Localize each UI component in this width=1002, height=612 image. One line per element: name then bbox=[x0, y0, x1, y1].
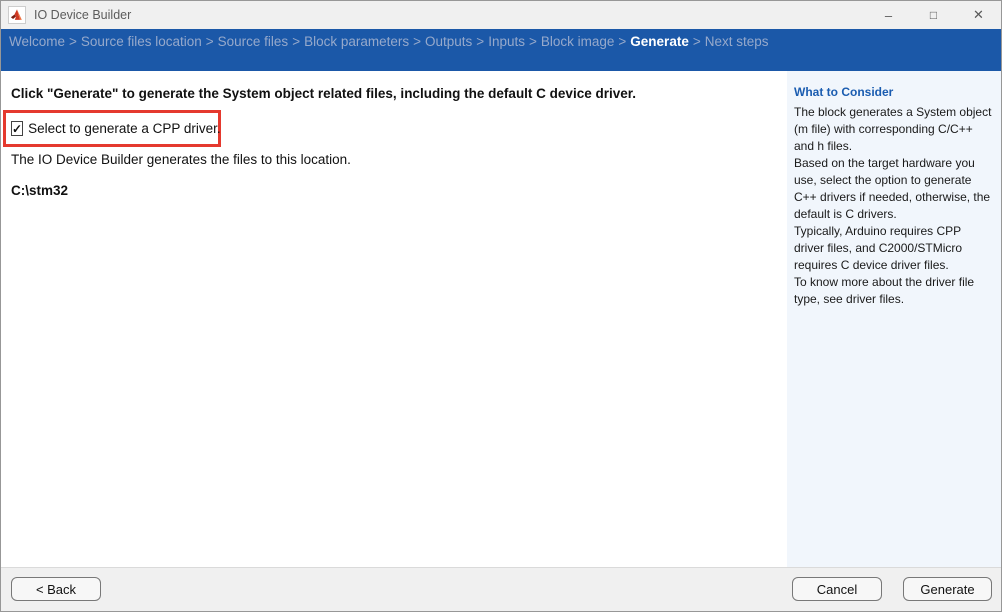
breadcrumb-separator: > bbox=[529, 34, 537, 49]
output-folder-path: C:\stm32 bbox=[11, 183, 68, 198]
footer-bar: < Back Cancel Generate bbox=[1, 567, 1001, 611]
breadcrumb-item-source-files-location: Source files location bbox=[81, 34, 202, 49]
breadcrumb-separator: > bbox=[292, 34, 300, 49]
sidebar-paragraph: To know more about the driver file type,… bbox=[794, 274, 992, 308]
breadcrumb-separator: > bbox=[206, 34, 214, 49]
breadcrumb-item-generate-active: Generate bbox=[630, 34, 689, 49]
cpp-driver-checkbox-label: Select to generate a CPP driver. bbox=[28, 121, 221, 136]
breadcrumb-item-inputs: Inputs bbox=[488, 34, 525, 49]
breadcrumb-item-block-image: Block image bbox=[541, 34, 615, 49]
window-title: IO Device Builder bbox=[34, 8, 131, 22]
generate-button[interactable]: Generate bbox=[903, 577, 992, 601]
sidebar-paragraph: The block generates a System object (m f… bbox=[794, 104, 992, 155]
back-button[interactable]: < Back bbox=[11, 577, 101, 601]
breadcrumb-item-welcome: Welcome bbox=[9, 34, 65, 49]
matlab-logo-icon bbox=[8, 6, 26, 24]
page-heading: Click "Generate" to generate the System … bbox=[11, 86, 636, 101]
breadcrumb-separator: > bbox=[476, 34, 484, 49]
cpp-driver-checkbox[interactable]: ✓ bbox=[11, 121, 23, 136]
breadcrumb-item-next-steps: Next steps bbox=[705, 34, 769, 49]
main-content: Click "Generate" to generate the System … bbox=[1, 71, 787, 567]
location-description: The IO Device Builder generates the file… bbox=[11, 152, 351, 167]
breadcrumb-item-outputs: Outputs bbox=[425, 34, 472, 49]
maximize-button[interactable]: □ bbox=[911, 1, 956, 29]
red-highlight-annotation: ✓ Select to generate a CPP driver. bbox=[3, 110, 221, 147]
io-device-builder-window: IO Device Builder – □ ✕ Welcome>Source f… bbox=[0, 0, 1002, 612]
breadcrumb-separator: > bbox=[618, 34, 626, 49]
breadcrumb-separator: > bbox=[69, 34, 77, 49]
sidebar-heading: What to Consider bbox=[794, 85, 992, 99]
window-controls: – □ ✕ bbox=[866, 1, 1001, 29]
breadcrumb-item-source-files: Source files bbox=[218, 34, 289, 49]
what-to-consider-panel: What to Consider The block generates a S… bbox=[787, 71, 1001, 567]
breadcrumb-item-block-parameters: Block parameters bbox=[304, 34, 409, 49]
close-button[interactable]: ✕ bbox=[956, 1, 1001, 29]
breadcrumb-separator: > bbox=[693, 34, 701, 49]
breadcrumb: Welcome>Source files location>Source fil… bbox=[1, 29, 1001, 71]
cancel-button[interactable]: Cancel bbox=[792, 577, 882, 601]
sidebar-paragraph: Typically, Arduino requires CPP driver f… bbox=[794, 223, 992, 274]
breadcrumb-separator: > bbox=[413, 34, 421, 49]
sidebar-paragraph: Based on the target hardware you use, se… bbox=[794, 155, 992, 223]
titlebar: IO Device Builder – □ ✕ bbox=[1, 1, 1001, 29]
minimize-button[interactable]: – bbox=[866, 1, 911, 29]
